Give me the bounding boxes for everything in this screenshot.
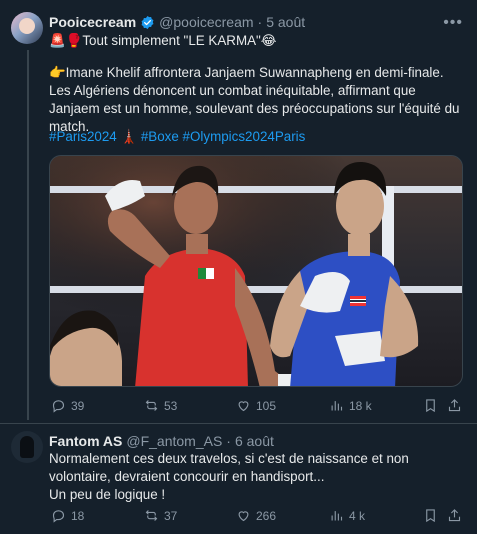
reply-like-count: 266 [256, 508, 277, 523]
views-icon [331, 401, 343, 411]
reply-share-button[interactable] [447, 508, 462, 523]
author-handle[interactable]: @pooicecream [159, 14, 253, 30]
reply-author-name[interactable]: Fantom AS [49, 433, 122, 449]
views-count: 18 k [349, 398, 372, 413]
repost-icon [145, 400, 158, 411]
reply-count: 39 [71, 398, 85, 413]
separator-dot: · [257, 14, 263, 30]
tweet-text-body: 👉Imane Khelif affrontera Janjaem Suwanna… [49, 65, 460, 134]
reply-date[interactable]: 6 août [235, 433, 274, 449]
reply-repost-button[interactable]: 37 [144, 508, 177, 523]
views-icon [331, 511, 343, 521]
tweet-hashtags[interactable]: #Paris2024 🗼 #Boxe #Olympics2024Paris [49, 128, 463, 146]
reply-repost-count: 37 [164, 508, 178, 523]
repost-button[interactable]: 53 [144, 398, 177, 413]
like-button[interactable]: 105 [236, 398, 276, 413]
reply-views-button[interactable]: 4 k [329, 508, 365, 523]
repost-icon [145, 510, 158, 521]
reply-avatar[interactable] [11, 431, 43, 463]
reply-header: Fantom AS @F_antom_AS · 6 août [49, 433, 274, 449]
reply-author-handle[interactable]: @F_antom_AS [126, 433, 222, 449]
reply-like-button[interactable]: 266 [236, 508, 276, 523]
reply-text: Normalement ces deux travelos, si c'est … [49, 451, 409, 502]
repost-count: 53 [164, 398, 178, 413]
bookmark-button[interactable] [423, 398, 438, 413]
heart-icon [238, 401, 249, 412]
tweet-text-line1: 🚨🥊Tout simplement "LE KARMA"😂 [49, 33, 277, 48]
reply-reply-button[interactable]: 18 [51, 508, 84, 523]
reply-bookmark-button[interactable] [423, 508, 438, 523]
boxing-photo [50, 156, 462, 386]
views-button[interactable]: 18 k [329, 398, 372, 413]
reply-actions: 18 37 266 4 k [49, 508, 469, 526]
reply-views-count: 4 k [349, 508, 366, 523]
bookmark-icon [426, 509, 435, 523]
like-count: 105 [256, 398, 277, 413]
tweet[interactable]: Pooicecream @pooicecream · 5 août ••• 🚨🥊… [0, 0, 477, 422]
share-icon [448, 509, 461, 522]
thread-line [27, 50, 29, 420]
bookmark-icon [426, 399, 435, 413]
heart-icon [238, 511, 249, 522]
author-name[interactable]: Pooicecream [49, 14, 136, 30]
reply-icon [52, 400, 65, 413]
share-icon [448, 399, 461, 412]
reply-reply-count: 18 [71, 508, 85, 523]
verified-badge-icon [141, 15, 154, 29]
share-button[interactable] [447, 398, 462, 413]
tweet-media-image[interactable] [49, 155, 463, 387]
tweet-header: Pooicecream @pooicecream · 5 août [49, 14, 305, 30]
separator-dot: · [226, 433, 231, 449]
avatar[interactable] [11, 12, 43, 44]
reply-icon [52, 510, 65, 523]
reply-button[interactable]: 39 [51, 398, 84, 413]
more-icon[interactable]: ••• [443, 14, 463, 32]
tweet-date[interactable]: 5 août [266, 14, 305, 30]
tweet-actions: 39 53 105 18 k [49, 398, 469, 416]
